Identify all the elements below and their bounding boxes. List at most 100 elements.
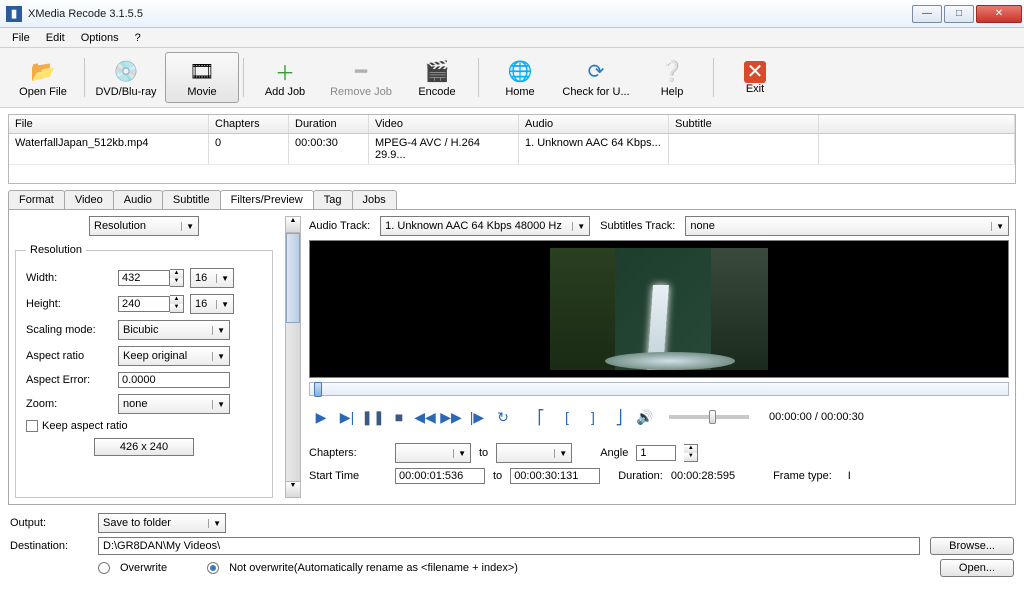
- mark-in-button[interactable]: ⎡: [529, 406, 553, 428]
- resolution-group: Resolution Width: 432 ▲▼ 16▼ Height: 240…: [15, 244, 273, 498]
- start-time-input[interactable]: 00:00:01:536: [395, 468, 485, 484]
- volume-button[interactable]: 🔊: [633, 406, 657, 428]
- tab-subtitle[interactable]: Subtitle: [162, 190, 221, 209]
- destination-label: Destination:: [10, 540, 88, 552]
- subtitle-track-select[interactable]: none▼: [685, 216, 1009, 236]
- menu-file[interactable]: File: [4, 30, 38, 46]
- height-spinner[interactable]: ▲▼: [170, 295, 184, 313]
- aspect-label: Aspect ratio: [26, 350, 118, 362]
- tab-filters[interactable]: Filters/Preview: [220, 190, 314, 209]
- stop-button[interactable]: ■: [387, 406, 411, 428]
- frametype-value: I: [848, 470, 851, 482]
- destination-input[interactable]: D:\GR8DAN\My Videos\: [98, 537, 920, 555]
- toolbar: 📂Open File 💿DVD/Blu-ray 🎞Movie ＋Add Job …: [0, 48, 1024, 108]
- left-scrollbar[interactable]: ▲▼: [285, 216, 301, 498]
- time-display: 00:00:00 / 00:00:30: [769, 411, 864, 423]
- tab-video[interactable]: Video: [64, 190, 114, 209]
- pause-button[interactable]: ❚❚: [361, 406, 385, 428]
- disc-icon: 💿: [112, 58, 140, 86]
- film-icon: 🎞: [188, 58, 216, 86]
- width-label: Width:: [26, 272, 118, 284]
- chevron-down-icon: ▼: [181, 222, 194, 231]
- help-button[interactable]: ❔Help: [635, 52, 709, 103]
- minimize-button[interactable]: —: [912, 5, 942, 23]
- exit-icon: ✕: [744, 61, 766, 83]
- tabbar: Format Video Audio Subtitle Filters/Prev…: [8, 190, 1016, 209]
- angle-input[interactable]: 1: [636, 445, 676, 461]
- bracket-left-button[interactable]: [: [555, 406, 579, 428]
- height-input[interactable]: 240: [118, 296, 170, 312]
- not-overwrite-radio[interactable]: [207, 562, 219, 574]
- height-step-select[interactable]: 16▼: [190, 294, 234, 314]
- filter-mode-select[interactable]: Resolution▼: [89, 216, 199, 236]
- zoom-select[interactable]: none▼: [118, 394, 230, 414]
- keep-aspect-checkbox[interactable]: [26, 420, 38, 432]
- play-button[interactable]: ▶: [309, 406, 333, 428]
- col-subtitle[interactable]: Subtitle: [669, 115, 819, 133]
- window-title: XMedia Recode 3.1.5.5: [28, 8, 910, 20]
- chapter-to-select[interactable]: ▼: [496, 443, 572, 463]
- scale-info-button[interactable]: 426 x 240: [94, 438, 194, 456]
- loop-button[interactable]: ↻: [491, 406, 515, 428]
- rewind-button[interactable]: ◀◀: [413, 406, 437, 428]
- fastfwd-button[interactable]: ▶▶: [439, 406, 463, 428]
- playback-controls: ▶ ▶| ❚❚ ■ ◀◀ ▶▶ |▶ ↻ ⎡ [ ] ⎦ 🔊 00:00:00 …: [309, 406, 1009, 428]
- plus-icon: ＋: [271, 58, 299, 86]
- resolution-legend: Resolution: [26, 244, 86, 256]
- tab-format[interactable]: Format: [8, 190, 65, 209]
- overwrite-label: Overwrite: [120, 562, 167, 574]
- tab-tag[interactable]: Tag: [313, 190, 353, 209]
- scaling-select[interactable]: Bicubic▼: [118, 320, 230, 340]
- bracket-right-button[interactable]: ]: [581, 406, 605, 428]
- zoom-label: Zoom:: [26, 398, 118, 410]
- filters-panel: Resolution▼ Resolution Width: 432 ▲▼ 16▼…: [8, 209, 1016, 505]
- aspect-select[interactable]: Keep original▼: [118, 346, 230, 366]
- movie-button[interactable]: 🎞Movie: [165, 52, 239, 103]
- width-step-select[interactable]: 16▼: [190, 268, 234, 288]
- home-button[interactable]: 🌐Home: [483, 52, 557, 103]
- chapters-label: Chapters:: [309, 447, 387, 459]
- open-file-button[interactable]: 📂Open File: [6, 52, 80, 103]
- next-button[interactable]: ▶|: [335, 406, 359, 428]
- col-duration[interactable]: Duration: [289, 115, 369, 133]
- close-button[interactable]: ✕: [976, 5, 1022, 23]
- menu-help[interactable]: ?: [127, 30, 149, 46]
- browse-button[interactable]: Browse...: [930, 537, 1014, 555]
- overwrite-radio[interactable]: [98, 562, 110, 574]
- volume-slider[interactable]: [669, 415, 749, 419]
- maximize-button[interactable]: □: [944, 5, 974, 23]
- col-file[interactable]: File: [9, 115, 209, 133]
- audio-track-select[interactable]: 1. Unknown AAC 64 Kbps 48000 Hz▼: [380, 216, 590, 236]
- width-spinner[interactable]: ▲▼: [170, 269, 184, 287]
- width-input[interactable]: 432: [118, 270, 170, 286]
- end-time-input[interactable]: 00:00:30:131: [510, 468, 600, 484]
- titlebar: ▮ XMedia Recode 3.1.5.5 — □ ✕: [0, 0, 1024, 28]
- mark-out-button[interactable]: ⎦: [607, 406, 631, 428]
- encode-button[interactable]: 🎬Encode: [400, 52, 474, 103]
- angle-spinner[interactable]: ▲▼: [684, 444, 698, 462]
- dvd-button[interactable]: 💿DVD/Blu-ray: [89, 52, 163, 103]
- audio-track-label: Audio Track:: [309, 220, 370, 232]
- menu-options[interactable]: Options: [73, 30, 127, 46]
- add-job-button[interactable]: ＋Add Job: [248, 52, 322, 103]
- chapter-from-select[interactable]: ▼: [395, 443, 471, 463]
- col-chapters[interactable]: Chapters: [209, 115, 289, 133]
- tab-audio[interactable]: Audio: [113, 190, 163, 209]
- open-button[interactable]: Open...: [940, 559, 1014, 577]
- col-audio[interactable]: Audio: [519, 115, 669, 133]
- tab-jobs[interactable]: Jobs: [352, 190, 397, 209]
- error-label: Aspect Error:: [26, 374, 118, 386]
- exit-button[interactable]: ✕Exit: [718, 52, 792, 103]
- seek-handle[interactable]: [314, 382, 322, 397]
- error-input[interactable]: 0.0000: [118, 372, 230, 388]
- check-updates-button[interactable]: ⟳Check for U...: [559, 52, 633, 103]
- menu-edit[interactable]: Edit: [38, 30, 73, 46]
- col-video[interactable]: Video: [369, 115, 519, 133]
- refresh-icon: ⟳: [582, 58, 610, 86]
- step-button[interactable]: |▶: [465, 406, 489, 428]
- minus-icon: ━: [347, 58, 375, 86]
- file-row[interactable]: WaterfallJapan_512kb.mp4 0 00:00:30 MPEG…: [9, 134, 1015, 165]
- seek-bar[interactable]: [309, 382, 1009, 396]
- output-select[interactable]: Save to folder▼: [98, 513, 226, 533]
- duration-value: 00:00:28:595: [671, 470, 735, 482]
